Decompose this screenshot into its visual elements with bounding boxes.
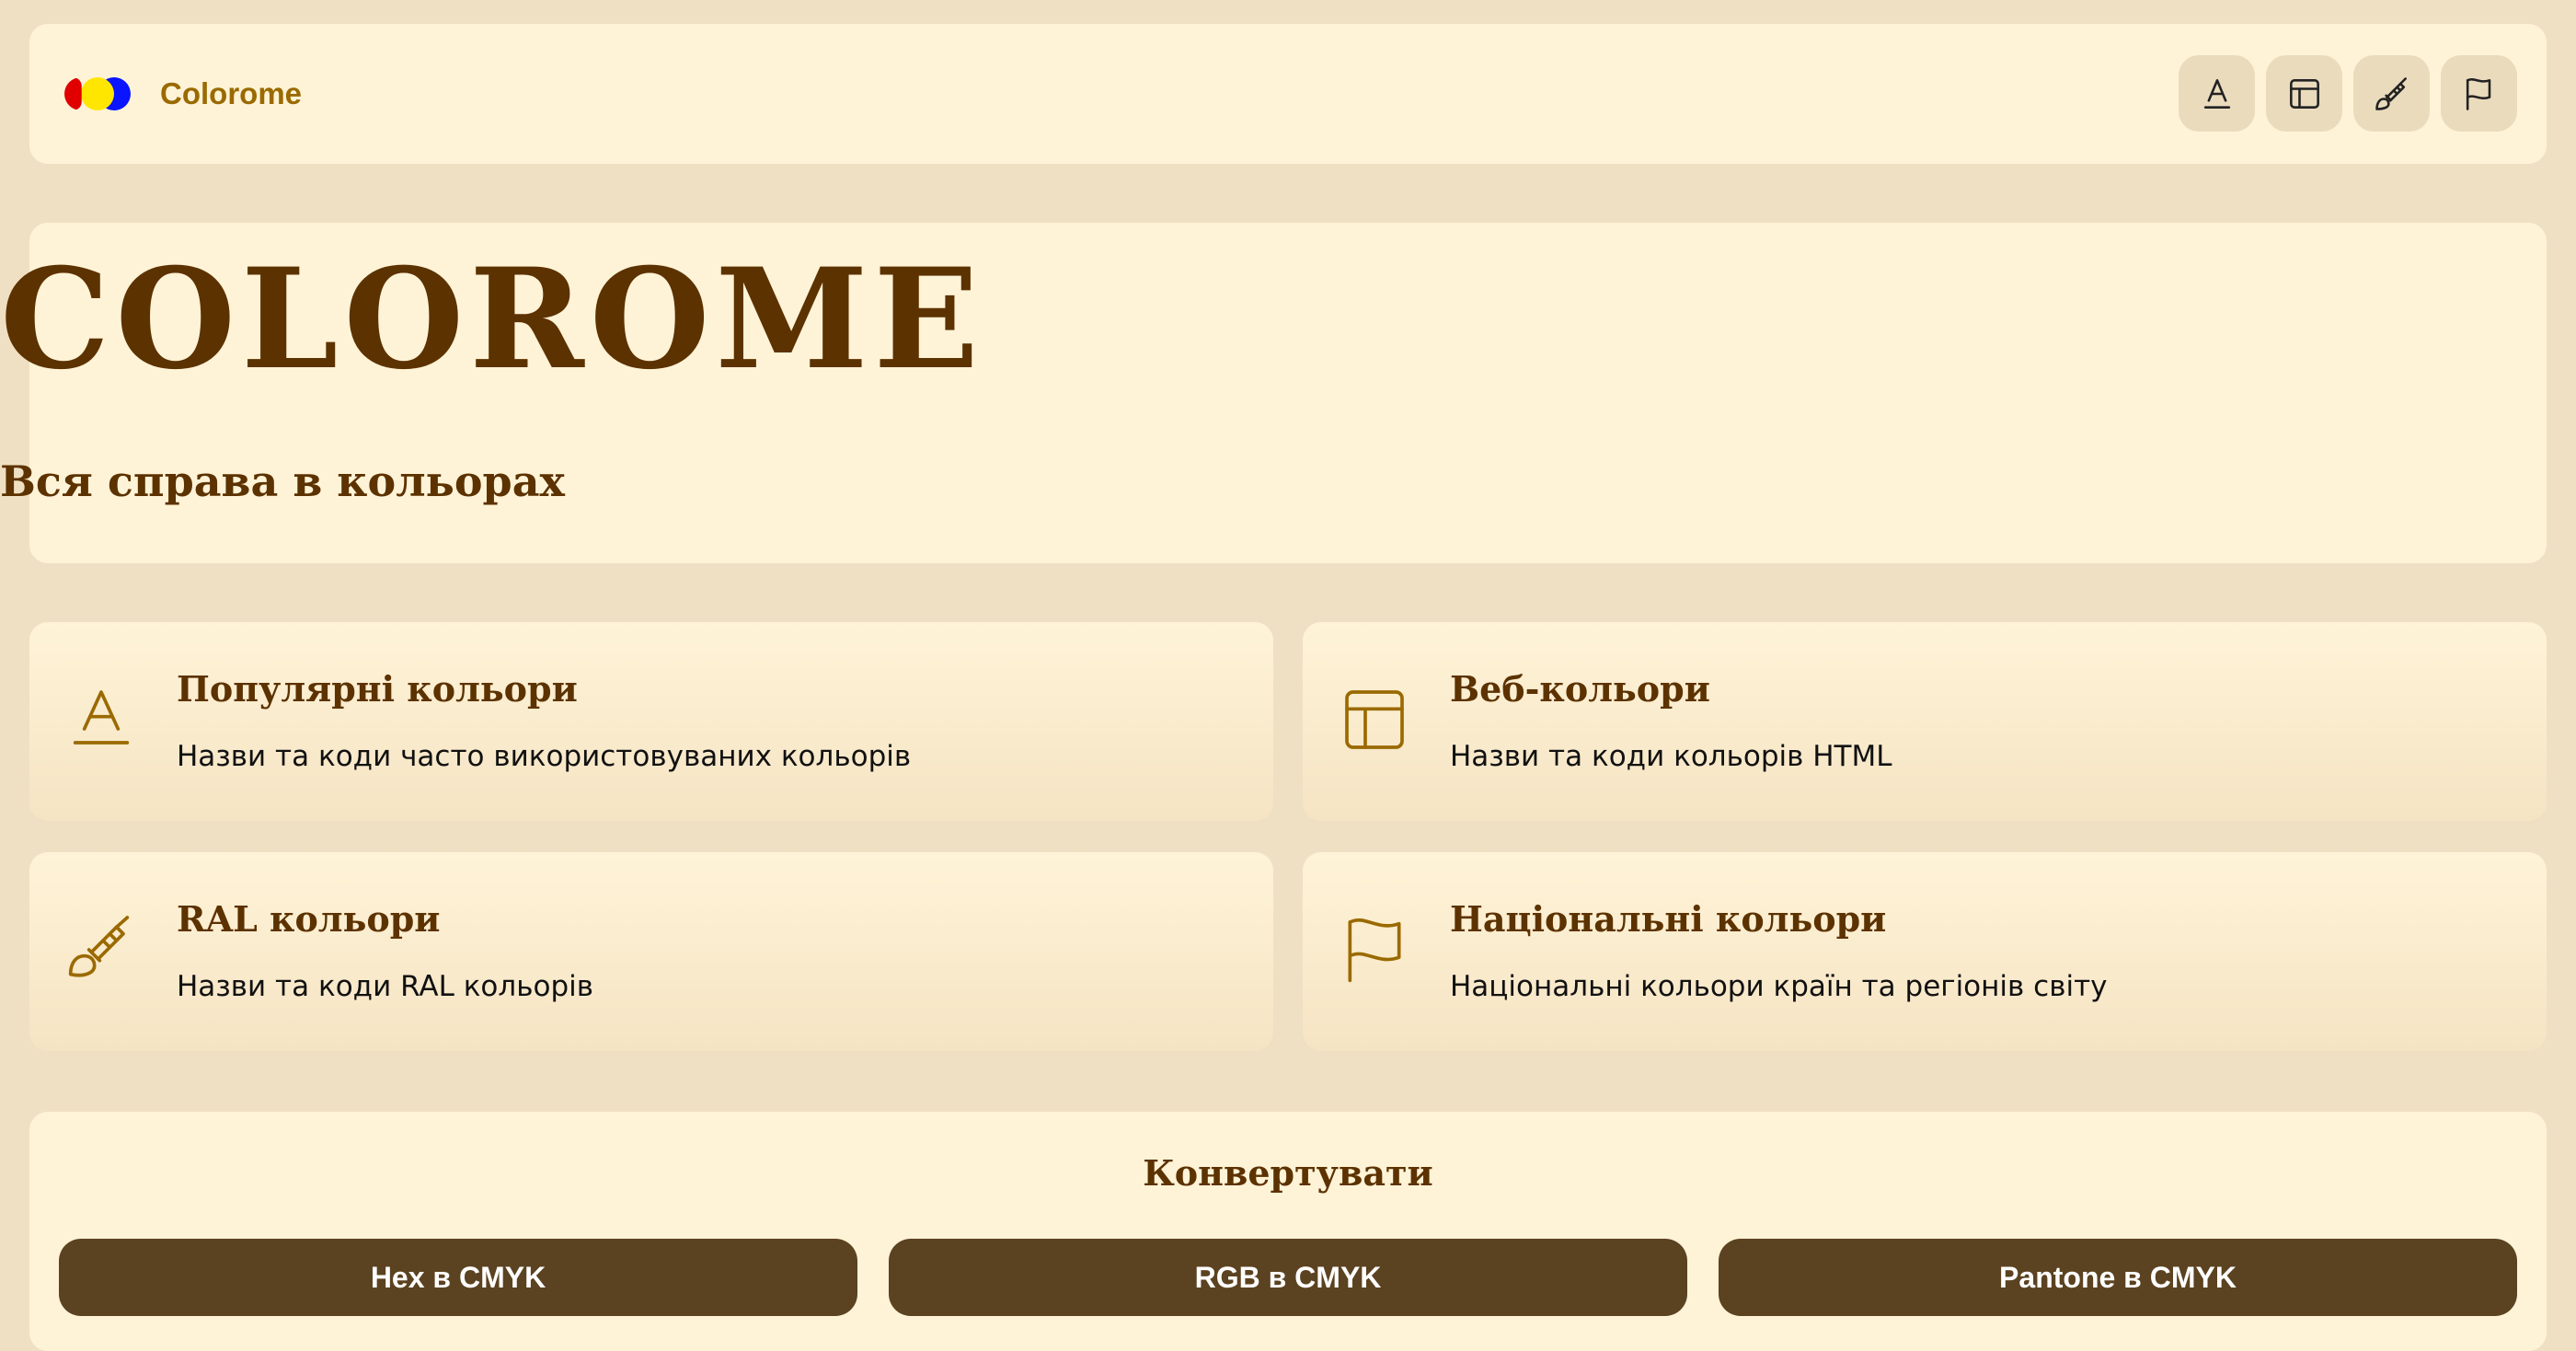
top-header: Colorome bbox=[29, 24, 2547, 164]
feature-description: Назви та коди RAL кольорів bbox=[177, 970, 594, 1003]
feature-card-popular-colors[interactable]: Популярні кольори Назви та коди часто ви… bbox=[29, 622, 1273, 821]
feature-title: RAL кольори bbox=[177, 898, 441, 940]
layout-icon bbox=[2289, 78, 2319, 109]
nav-web-colors-button[interactable] bbox=[2266, 55, 2342, 132]
letter-a-icon bbox=[2203, 78, 2230, 109]
rgb-to-cmyk-button[interactable]: RGB в CMYK bbox=[889, 1239, 1687, 1316]
brush-icon bbox=[2375, 76, 2407, 110]
feature-title: Веб-кольори bbox=[1450, 668, 1710, 710]
convert-title: Конвертувати bbox=[1143, 1152, 1433, 1194]
flag-icon bbox=[2466, 77, 2490, 110]
hex-to-cmyk-button[interactable]: Hex в CMYK bbox=[59, 1239, 857, 1316]
feature-card-ral-colors[interactable]: RAL кольори Назви та коди RAL кольорів bbox=[29, 852, 1273, 1051]
feature-title: Популярні кольори bbox=[177, 668, 578, 710]
logo-dots-icon bbox=[64, 70, 166, 118]
feature-card-web-colors[interactable]: Веб-кольори Назви та коди кольорів HTML bbox=[1303, 622, 2547, 821]
layout-icon bbox=[1345, 690, 1404, 749]
hero-title: COLOROME bbox=[0, 238, 984, 400]
brand-name: Colorome bbox=[160, 76, 303, 110]
pantone-to-cmyk-button[interactable]: Pantone в CMYK bbox=[1719, 1239, 2517, 1316]
flag-icon bbox=[1348, 918, 1401, 983]
feature-description: Національні кольори країн та регіонів св… bbox=[1450, 970, 2108, 1003]
feature-description: Назви та коди кольорів HTML bbox=[1450, 740, 1892, 773]
feature-title: Національні кольори bbox=[1450, 898, 1887, 940]
nav-national-colors-button[interactable] bbox=[2441, 55, 2517, 132]
feature-description: Назви та коди часто використовуваних кол… bbox=[177, 740, 912, 773]
logo-link[interactable]: Colorome bbox=[64, 70, 302, 118]
feature-card-national-colors[interactable]: Національні кольори Національні кольори … bbox=[1303, 852, 2547, 1051]
letter-a-icon bbox=[73, 690, 130, 745]
header-nav bbox=[2179, 55, 2517, 132]
hero-subtitle: Вся справа в кольорах bbox=[0, 456, 565, 506]
nav-popular-colors-button[interactable] bbox=[2179, 55, 2255, 132]
nav-ral-colors-button[interactable] bbox=[2353, 55, 2430, 132]
brush-icon bbox=[68, 916, 130, 977]
